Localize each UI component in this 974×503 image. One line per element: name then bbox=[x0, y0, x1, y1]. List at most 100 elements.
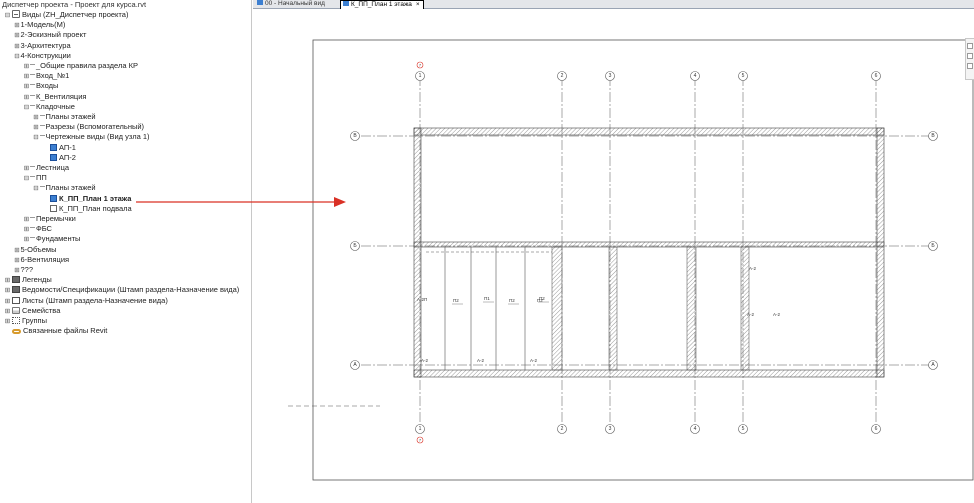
grid-bubble-label: 1 bbox=[419, 426, 422, 432]
wall bbox=[551, 246, 563, 371]
tree-connector-icon bbox=[39, 186, 45, 188]
tree-item[interactable]: ⊞3-Архитектура bbox=[14, 40, 71, 51]
tree-item[interactable]: ⊞2-Эскизный проект bbox=[14, 30, 87, 40]
tree-connector-icon bbox=[39, 135, 45, 137]
tree-item[interactable]: ⊟ Чертежные виды (Вид узла 1) bbox=[33, 132, 149, 143]
floor-plan-drawing[interactable]: 112233445566В ВБ БА А77 П2 П1 П2 П2А-2П П2А-2 А-… bbox=[253, 10, 974, 503]
tree-item-label: К_ПП_План 1 этажа bbox=[59, 193, 132, 203]
tree-item[interactable]: ⊞ Лестница bbox=[23, 163, 69, 173]
tree-item-label: Кладочные bbox=[36, 101, 75, 111]
collapse-icon[interactable]: ⊟ bbox=[23, 174, 30, 184]
tree-item-label: Группы bbox=[22, 316, 47, 325]
annotation-arrow bbox=[136, 197, 346, 207]
pan-icon[interactable] bbox=[967, 63, 973, 69]
tree-connector-icon bbox=[30, 104, 35, 106]
tree-connector-icon bbox=[30, 64, 35, 65]
views-icon bbox=[12, 10, 20, 18]
tree-item[interactable]: ⊞ Планы этажей bbox=[33, 112, 95, 122]
tree-item[interactable]: ⊞ Ведомости/Спецификации (Штамп раздела-Н… bbox=[4, 285, 240, 295]
partitions bbox=[426, 247, 552, 370]
wall bbox=[740, 246, 750, 371]
view-tab-bar: 00 - Начальный вид К_ПП_План 1 этажа × bbox=[253, 0, 974, 9]
steering-wheel-icon[interactable] bbox=[967, 43, 973, 49]
tree-item-label: 4-Конструкции bbox=[20, 50, 71, 60]
tree-item-label: 5-Объемы bbox=[20, 244, 57, 254]
tree-item[interactable]: ⊞1-Модель(М) bbox=[14, 20, 66, 30]
tree-item[interactable]: ⊟4-Конструкции bbox=[14, 51, 71, 61]
grid-bubble-label: 4 bbox=[694, 73, 697, 79]
fam-icon bbox=[12, 306, 20, 314]
tree-item[interactable]: ⊞ Входы bbox=[23, 81, 59, 91]
tree-item[interactable]: ⊞5-Объемы bbox=[14, 244, 57, 255]
collapse-icon[interactable]: ⊟ bbox=[14, 52, 21, 62]
tree-connector-icon bbox=[30, 74, 35, 76]
tree-item[interactable]: ⊞ Группы bbox=[4, 316, 47, 326]
tab-start-view[interactable]: 00 - Начальный вид bbox=[255, 0, 337, 9]
grid-bubble-label: 1 bbox=[419, 73, 422, 79]
sheet-border bbox=[312, 39, 974, 481]
tree-item[interactable]: ⊞ Листы (Штамп раздела-Назначение вида) bbox=[4, 296, 168, 306]
tree-item[interactable]: ⊞ Семейства bbox=[4, 306, 61, 316]
tree-item-label: 1-Модель(М) bbox=[20, 20, 66, 30]
tree-item[interactable]: ⊞ Перемычки bbox=[23, 214, 76, 224]
tree-item[interactable]: К_ПП_План подвала bbox=[42, 204, 132, 214]
collapse-icon[interactable]: ⊟ bbox=[33, 133, 40, 143]
tab-floor-plan-1[interactable]: К_ПП_План 1 этажа × bbox=[340, 0, 424, 9]
tree-item[interactable]: ⊟ Кладочные bbox=[23, 102, 75, 112]
collapse-icon[interactable]: ⊟ bbox=[23, 103, 30, 113]
tree-item-label: 2-Эскизный проект bbox=[20, 30, 87, 40]
tree-item[interactable]: ⊟ ПП bbox=[23, 173, 47, 183]
tree-item[interactable]: ⊞ ФБС bbox=[23, 224, 52, 234]
tree-item[interactable]: ⊞ Вход_№1 bbox=[23, 71, 70, 81]
tree-item[interactable]: ⊞ Фундаменты bbox=[23, 234, 81, 244]
navigation-bar[interactable] bbox=[965, 38, 974, 80]
tree-item[interactable]: ⊞??? bbox=[14, 265, 33, 275]
tree-item[interactable]: ⊟ Виды (ZH_Диспетчер проекта) bbox=[4, 10, 128, 20]
view-empty-icon bbox=[50, 204, 57, 212]
collapse-icon[interactable]: ⊟ bbox=[4, 11, 11, 21]
collapse-icon[interactable]: ⊟ bbox=[33, 184, 40, 194]
tree-connector-icon bbox=[30, 176, 35, 178]
tree-item-label: 6-Вентиляция bbox=[20, 254, 70, 264]
tree-item[interactable]: Связанные файлы Revit bbox=[4, 326, 107, 336]
tree-item[interactable]: К_ПП_План 1 этажа bbox=[42, 194, 131, 204]
tree-item[interactable]: ⊟ Планы этажей bbox=[33, 183, 95, 194]
tree-item[interactable]: ⊞ _Общие правила раздела КР bbox=[23, 61, 138, 71]
tree-item[interactable]: ⊞6-Вентиляция bbox=[14, 254, 70, 265]
wall bbox=[608, 246, 618, 371]
plan-labels: П2 П1 П2 П2А-2П П2А-2 А-2 А-2А-2 А-2А-2 bbox=[417, 266, 781, 363]
leg-icon bbox=[12, 286, 20, 294]
tree-item[interactable]: ⊞ Легенды bbox=[4, 275, 52, 285]
grid-bubble-label: 5 bbox=[742, 73, 745, 79]
tree-item-label: 3-Архитектура bbox=[20, 40, 71, 50]
grid-bubble-label: 2 bbox=[561, 73, 564, 79]
grid-bubbles: 112233445566В ВБ БА А77 bbox=[350, 61, 938, 444]
tree-connector-icon bbox=[39, 125, 45, 127]
view-icon bbox=[257, 0, 263, 5]
tree-item-label: К_ПП_План подвала bbox=[59, 203, 132, 213]
tree-item-label: Легенды bbox=[22, 275, 52, 285]
tree-connector-icon bbox=[30, 94, 35, 96]
tree-connector-icon bbox=[30, 166, 35, 167]
tree-item[interactable]: АП-2 bbox=[42, 153, 76, 163]
tree-item[interactable]: ⊞ Разрезы (Вспомогательный) bbox=[33, 122, 144, 132]
section-label: А-2 bbox=[747, 312, 755, 317]
tree-item[interactable]: ⊞ К_Вентиляция bbox=[23, 91, 87, 102]
close-icon[interactable]: × bbox=[416, 1, 420, 8]
tab-floor-plan-1-label: К_ПП_План 1 этажа bbox=[351, 1, 412, 8]
tree-item[interactable]: АП-1 bbox=[42, 143, 76, 153]
link-icon bbox=[12, 329, 21, 335]
drawing-canvas[interactable]: 112233445566ВВББАА77 П2 П1 П2 П2 А-2П П2 А-2 А-… bbox=[253, 10, 974, 503]
zoom-icon[interactable] bbox=[967, 53, 973, 59]
tree-item-label: Связанные файлы Revit bbox=[23, 326, 108, 336]
tree-connector-icon bbox=[30, 227, 35, 229]
tree-item-label: Перемычки bbox=[36, 214, 76, 223]
tree-item-label: Входы bbox=[36, 81, 59, 91]
room-label: П1 bbox=[484, 296, 490, 301]
tree-item-label: _Общие правила раздела КР bbox=[36, 61, 138, 70]
tree-item-label: К_Вентиляция bbox=[36, 91, 87, 101]
section-label: А-2 bbox=[421, 358, 429, 363]
grid-bubble-label: 4 bbox=[694, 426, 697, 432]
tree-item-label: Ведомости/Спецификации (Штамп раздела-На… bbox=[22, 285, 240, 295]
tree-item-label: Вход_№1 bbox=[36, 71, 70, 81]
